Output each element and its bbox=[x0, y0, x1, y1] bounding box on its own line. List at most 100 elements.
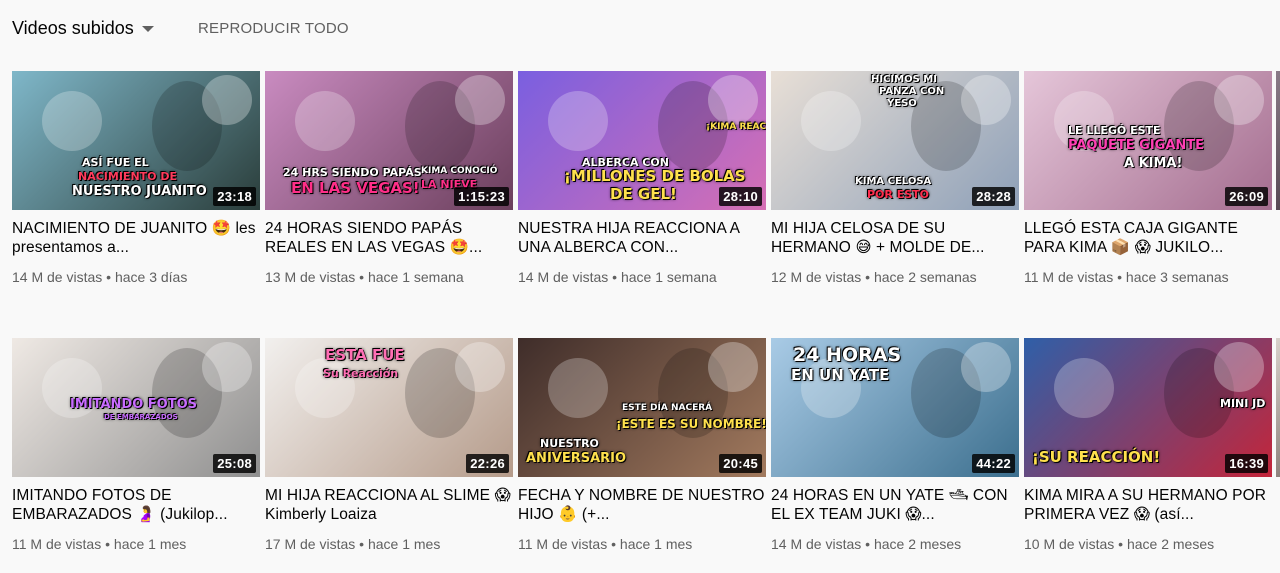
video-thumbnail[interactable]: LE LLEGÓ ESTE PAQUETE GIGANTE A KIMA! 26:09 bbox=[1024, 71, 1272, 210]
video-title[interactable]: LLEGÓ ESTA CAJA GIGANTE PARA KIMA 📦 😱 JU… bbox=[1024, 219, 1272, 257]
figure-shape bbox=[708, 342, 758, 392]
video-card[interactable]: ESTE DÍA NACERÁ ¡ESTE ES SU NOMBRE! NUESTR… bbox=[518, 338, 766, 555]
thumbnail-caption: A KIMA! bbox=[1124, 156, 1183, 171]
video-thumbnail[interactable]: 24 HRS SIENDO PAPÁS EN LAS VEGAS! KIMA CON… bbox=[265, 71, 513, 210]
page-header: Videos subidos bbox=[12, 16, 154, 40]
figure-shape bbox=[961, 75, 1011, 125]
video-title[interactable]: MI HIJA CELOSA DE SU HERMANO 😅 + MOLDE D… bbox=[771, 219, 1019, 257]
upload-age: hace 3 semanas bbox=[1113, 269, 1228, 285]
video-card[interactable]: ¡SU REACCIÓN! MINI JD 16:39 KIMA MIRA A SU … bbox=[1024, 338, 1272, 555]
figure-shape bbox=[801, 91, 861, 151]
thumbnail-caption: ASÍ FUE EL bbox=[82, 156, 149, 169]
thumbnail-caption: MINI JD bbox=[1220, 397, 1266, 410]
thumbnail-caption: KIMA CONOCIÓ bbox=[421, 166, 498, 176]
video-thumbnail[interactable] bbox=[1276, 338, 1280, 477]
thumbnail-caption: EN LAS VEGAS! bbox=[291, 179, 420, 197]
duration-badge: 28:10 bbox=[719, 187, 762, 206]
video-thumbnail[interactable]: ASÍ FUE EL NACIMIENTO DE NUESTRO JUANITO 23… bbox=[12, 71, 260, 210]
video-card[interactable]: 24 HORAS EN UN YATE 44:22 24 HORAS EN UN YA… bbox=[771, 338, 1019, 555]
duration-badge: 25:08 bbox=[213, 454, 256, 473]
video-title[interactable]: IMITANDO FOTOS DE EMBARAZADOS 🤰 (Jukilop… bbox=[12, 486, 260, 524]
view-count: 10 M de vistas bbox=[1024, 536, 1115, 552]
video-card[interactable]: 24 HRS SIENDO PAPÁS EN LAS VEGAS! KIMA CON… bbox=[265, 71, 513, 288]
video-metadata: 13 M de vistashace 1 semana bbox=[265, 267, 513, 288]
video-title[interactable]: NACIMIENTO DE JUANITO 🤩 les presentamos … bbox=[12, 219, 260, 257]
video-thumbnail[interactable]: ESTE DÍA NACERÁ ¡ESTE ES SU NOMBRE! NUESTR… bbox=[518, 338, 766, 477]
thumbnail-caption: PAQUETE GIGANTE bbox=[1068, 138, 1205, 153]
sort-label: Videos subidos bbox=[12, 17, 134, 38]
thumbnail-caption: POR ESTO bbox=[867, 188, 930, 201]
upload-age: hace 1 mes bbox=[355, 536, 440, 552]
video-metadata: 14 M de vistashace 3 días bbox=[12, 267, 260, 288]
thumbnail-caption: DE GEL! bbox=[610, 185, 677, 203]
thumbnail-caption: Su Reacción bbox=[323, 367, 399, 380]
upload-age: hace 2 meses bbox=[861, 536, 961, 552]
video-thumbnail[interactable]: ¡SU REACCIÓN! MINI JD 16:39 bbox=[1024, 338, 1272, 477]
video-metadata: 10 M de vistashace 2 meses bbox=[1024, 534, 1272, 555]
view-count: 14 M de vistas bbox=[771, 536, 862, 552]
figure-shape bbox=[1214, 75, 1264, 125]
duration-badge: 16:39 bbox=[1225, 454, 1268, 473]
thumbnail-caption: 24 HORAS bbox=[793, 344, 902, 366]
video-metadata: 14 M de vistashace 1 semana bbox=[518, 267, 766, 288]
view-count: 12 M de vistas bbox=[771, 269, 862, 285]
video-metadata: 12 M de vistashace 2 semanas bbox=[771, 267, 1019, 288]
thumbnail-caption: NACIMIENTO DE bbox=[78, 170, 177, 183]
thumbnail-caption: EN UN YATE bbox=[791, 366, 890, 384]
view-count: 11 M de vistas bbox=[1024, 269, 1114, 285]
partial-video-card[interactable] bbox=[1276, 71, 1280, 210]
duration-badge: 26:09 bbox=[1225, 187, 1268, 206]
video-title[interactable]: 24 HORAS SIENDO PAPÁS REALES EN LAS VEGA… bbox=[265, 219, 513, 257]
upload-age: hace 1 semana bbox=[608, 269, 716, 285]
partial-video-card[interactable] bbox=[1276, 338, 1280, 477]
thumbnail-caption: ANIVERSARIO bbox=[526, 451, 627, 466]
video-thumbnail[interactable]: 24 HORAS EN UN YATE 44:22 bbox=[771, 338, 1019, 477]
video-card[interactable]: HICIMOS MI PANZA CON YESO KIMA CELOSA POR ES… bbox=[771, 71, 1019, 288]
figure-shape bbox=[1054, 358, 1114, 418]
video-title[interactable]: NUESTRA HIJA REACCIONA A UNA ALBERCA CON… bbox=[518, 219, 766, 257]
video-thumbnail[interactable]: IMITANDO FOTOS DE EMBARAZADOS 25:08 bbox=[12, 338, 260, 477]
video-metadata: 11 M de vistashace 1 mes bbox=[12, 534, 260, 555]
play-all-button[interactable]: REPRODUCIR TODO bbox=[198, 20, 349, 37]
duration-badge: 23:18 bbox=[213, 187, 256, 206]
video-card[interactable]: ESTA FUE Su Reacción 22:26 MI HIJA REACCION… bbox=[265, 338, 513, 555]
thumbnail-caption: ¡ESTE ES SU NOMBRE! bbox=[616, 417, 766, 431]
video-thumbnail[interactable]: ALBERCA CON ¡MILLONES DE BOLAS DE GEL! ¡KIM… bbox=[518, 71, 766, 210]
video-card[interactable]: ALBERCA CON ¡MILLONES DE BOLAS DE GEL! ¡KIM… bbox=[518, 71, 766, 288]
figure-shape bbox=[548, 358, 608, 418]
video-thumbnail[interactable] bbox=[1276, 71, 1280, 210]
figure-shape bbox=[202, 75, 252, 125]
video-title[interactable]: KIMA MIRA A SU HERMANO POR PRIMERA VEZ 😱… bbox=[1024, 486, 1272, 524]
upload-age: hace 3 días bbox=[102, 269, 187, 285]
thumbnail-caption: ¡SU REACCIÓN! bbox=[1032, 448, 1161, 466]
upload-age: hace 1 mes bbox=[607, 536, 692, 552]
figure-shape bbox=[202, 342, 252, 392]
sort-dropdown[interactable]: Videos subidos bbox=[12, 18, 154, 39]
video-card[interactable]: ASÍ FUE EL NACIMIENTO DE NUESTRO JUANITO 23… bbox=[12, 71, 260, 288]
video-thumbnail[interactable]: HICIMOS MI PANZA CON YESO KIMA CELOSA POR ES… bbox=[771, 71, 1019, 210]
duration-badge: 1:15:23 bbox=[454, 187, 509, 206]
duration-badge: 20:45 bbox=[719, 454, 762, 473]
video-card[interactable]: IMITANDO FOTOS DE EMBARAZADOS 25:08 IMITAND… bbox=[12, 338, 260, 555]
thumbnail-caption: ¡MILLONES DE BOLAS bbox=[564, 167, 746, 185]
duration-badge: 22:26 bbox=[466, 454, 509, 473]
video-card[interactable]: LE LLEGÓ ESTE PAQUETE GIGANTE A KIMA! 26:09… bbox=[1024, 71, 1272, 288]
figure-shape bbox=[1214, 342, 1264, 392]
video-metadata: 11 M de vistashace 3 semanas bbox=[1024, 267, 1272, 288]
caret-down-icon bbox=[141, 26, 154, 32]
video-title[interactable]: 24 HORAS EN UN YATE 🛥 CON EL EX TEAM JUK… bbox=[771, 486, 1019, 524]
view-count: 14 M de vistas bbox=[518, 269, 609, 285]
thumbnail-caption: IMITANDO FOTOS bbox=[70, 397, 197, 412]
upload-age: hace 1 mes bbox=[101, 536, 186, 552]
upload-age: hace 1 semana bbox=[355, 269, 463, 285]
video-thumbnail[interactable]: ESTA FUE Su Reacción 22:26 bbox=[265, 338, 513, 477]
figure-shape bbox=[295, 91, 355, 151]
thumbnail-caption: YESO bbox=[887, 98, 917, 109]
video-title[interactable]: FECHA Y NOMBRE DE NUESTRO HIJO 👶 (+... bbox=[518, 486, 766, 524]
video-title[interactable]: MI HIJA REACCIONA AL SLIME 😱 Kimberly Lo… bbox=[265, 486, 513, 524]
figure-shape bbox=[42, 91, 102, 151]
video-metadata: 11 M de vistashace 1 mes bbox=[518, 534, 766, 555]
thumbnail-caption: 24 HRS SIENDO PAPÁS bbox=[283, 166, 422, 179]
thumbnail-caption: ¡KIMA REACCIONA! bbox=[706, 122, 766, 132]
upload-age: hace 2 semanas bbox=[861, 269, 976, 285]
